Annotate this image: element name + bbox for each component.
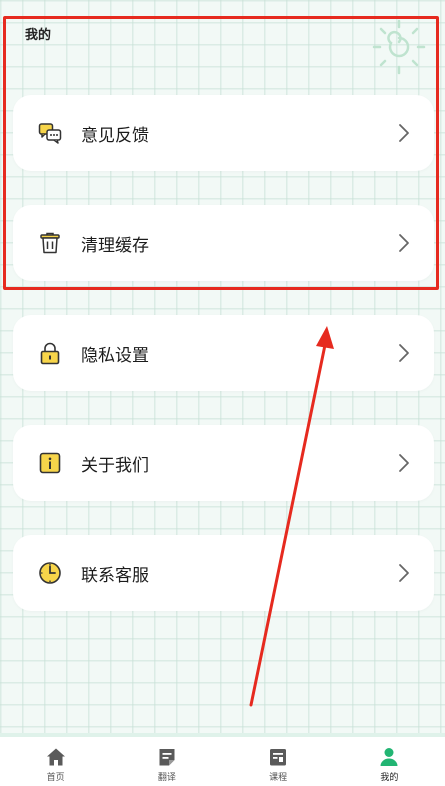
sun-decoration-icon: [372, 19, 426, 75]
chevron-right-icon: [399, 564, 409, 582]
tab-label: 课程: [269, 773, 288, 783]
chevron-right-icon: [399, 454, 409, 472]
menu-item-label: 清理缓存: [81, 235, 149, 256]
chevron-right-icon: [399, 124, 409, 142]
translate-icon: [159, 749, 175, 766]
tab-label: 我的: [380, 773, 399, 783]
tab-translate[interactable]: 翻译: [111, 737, 222, 786]
menu-item-clear-cache[interactable]: 清理缓存: [13, 205, 434, 281]
tab-mine[interactable]: 我的: [334, 737, 445, 786]
menu-item-label: 隐私设置: [81, 345, 149, 366]
menu-item-privacy-settings[interactable]: 隐私设置: [13, 315, 434, 391]
tab-label: 翻译: [157, 773, 176, 783]
tab-label: 首页: [46, 773, 65, 783]
bottom-tab-bar: 首页 翻译 课程 我的: [0, 733, 445, 786]
chevron-right-icon: [399, 234, 409, 252]
trash-can-icon: [38, 231, 62, 255]
page-title: 我的: [25, 28, 52, 43]
tab-home[interactable]: 首页: [0, 737, 111, 786]
feedback-chat-icon: [38, 121, 62, 145]
home-icon: [46, 748, 65, 766]
menu-item-label: 联系客服: [81, 565, 149, 586]
menu-item-about-us[interactable]: 关于我们: [13, 425, 434, 501]
menu-item-label: 意见反馈: [81, 125, 149, 146]
info-icon: [38, 451, 62, 475]
lock-icon: [38, 341, 62, 365]
course-icon: [270, 749, 287, 766]
user-icon: [380, 748, 398, 766]
clock-icon: [38, 561, 62, 585]
chevron-right-icon: [399, 344, 409, 362]
menu-item-feedback[interactable]: 意见反馈: [13, 95, 434, 171]
tab-course[interactable]: 课程: [223, 737, 334, 786]
menu-item-customer-service[interactable]: 联系客服: [13, 535, 434, 611]
menu-item-label: 关于我们: [81, 455, 149, 476]
